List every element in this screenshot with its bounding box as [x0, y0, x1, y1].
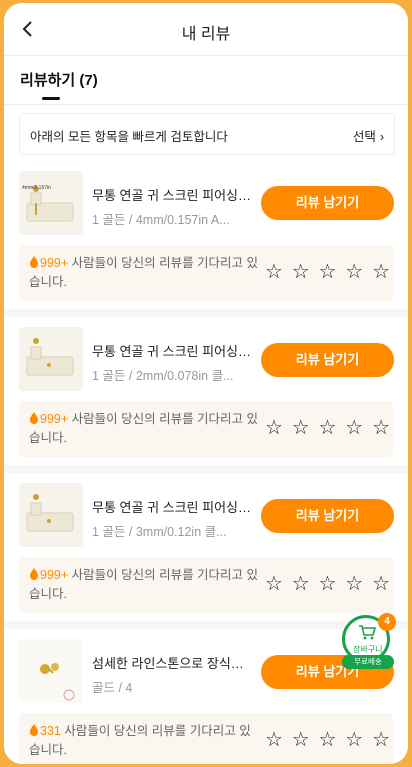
- review-prompt: 999+ 사람들이 당신의 리뷰를 기다리고 있습니다. ☆ ☆ ☆ ☆ ☆: [19, 245, 393, 301]
- free-shipping-badge: 무료배송: [342, 655, 394, 669]
- leave-review-button[interactable]: 리뷰 남기기: [261, 499, 394, 533]
- leave-review-button[interactable]: 리뷰 남기기: [261, 186, 394, 220]
- waiting-count: 331: [40, 724, 61, 738]
- floating-cart-button[interactable]: 장바구니 4 무료배송: [342, 613, 396, 671]
- product-name[interactable]: 무통 연골 귀 스크린 피어싱 키트: [92, 341, 252, 360]
- waiting-count: 999+: [40, 256, 69, 270]
- tab-bar: 리뷰하기 (7): [4, 56, 408, 105]
- star-rating[interactable]: ☆ ☆ ☆ ☆ ☆: [265, 574, 390, 594]
- divider: [4, 309, 408, 317]
- star-icon[interactable]: ☆: [292, 418, 310, 438]
- review-hint: 999+ 사람들이 당신의 리뷰를 기다리고 있습니다.: [29, 410, 259, 448]
- star-icon[interactable]: ☆: [265, 730, 283, 750]
- bulk-review-text: 아래의 모든 항목을 빠르게 검토합니다: [30, 130, 228, 144]
- product-variant: 골드 / 4: [92, 681, 133, 695]
- tab-to-review[interactable]: 리뷰하기 (7): [20, 69, 98, 90]
- flame-icon: [30, 568, 38, 580]
- product-name[interactable]: 무통 연골 귀 스크린 피어싱 키트: [92, 497, 252, 516]
- star-icon[interactable]: ☆: [319, 418, 337, 438]
- product-name[interactable]: 무통 연골 귀 스크린 피어싱 키트: [92, 185, 252, 204]
- star-icon[interactable]: ☆: [319, 730, 337, 750]
- flame-icon: [30, 256, 38, 268]
- app-frame: 내 리뷰 리뷰하기 (7) 아래의 모든 항목을 빠르게 검토합니다 선택 › 4…: [4, 3, 408, 764]
- select-label: 선택: [352, 130, 376, 144]
- star-icon[interactable]: ☆: [372, 262, 390, 282]
- review-hint: 999+ 사람들이 당신의 리뷰를 기다리고 있습니다.: [29, 566, 259, 604]
- divider: [4, 465, 408, 473]
- star-icon[interactable]: ☆: [345, 574, 363, 594]
- product-thumbnail[interactable]: [19, 327, 83, 391]
- product-thumbnail[interactable]: [19, 639, 83, 703]
- waiting-text: 사람들이 당신의 리뷰를 기다리고 있습니다.: [29, 724, 251, 757]
- star-icon[interactable]: ☆: [372, 418, 390, 438]
- star-icon[interactable]: ☆: [265, 418, 283, 438]
- product-variant: 1 골든 / 3mm/0.12in 클...: [92, 525, 227, 539]
- chevron-right-icon: ›: [379, 130, 384, 144]
- star-icon[interactable]: ☆: [292, 574, 310, 594]
- review-hint: 999+ 사람들이 당신의 리뷰를 기다리고 있습니다.: [29, 254, 259, 292]
- star-icon[interactable]: ☆: [345, 418, 363, 438]
- star-rating[interactable]: ☆ ☆ ☆ ☆ ☆: [265, 262, 390, 282]
- page-title: 내 리뷰: [181, 26, 231, 43]
- star-icon[interactable]: ☆: [265, 574, 283, 594]
- review-hint: 331 사람들이 당신의 리뷰를 기다리고 있습니다.: [29, 722, 259, 760]
- flame-icon: [30, 412, 38, 424]
- leave-review-button[interactable]: 리뷰 남기기: [261, 343, 394, 377]
- star-icon[interactable]: ☆: [319, 262, 337, 282]
- star-icon[interactable]: ☆: [372, 730, 390, 750]
- star-icon[interactable]: ☆: [345, 730, 363, 750]
- review-prompt: 999+ 사람들이 당신의 리뷰를 기다리고 있습니다. ☆ ☆ ☆ ☆ ☆: [19, 401, 393, 457]
- star-rating[interactable]: ☆ ☆ ☆ ☆ ☆: [265, 418, 390, 438]
- flame-icon: [30, 724, 38, 736]
- product-variant: 1 골든 / 2mm/0.078in 클...: [92, 369, 234, 383]
- star-icon[interactable]: ☆: [292, 262, 310, 282]
- star-icon[interactable]: ☆: [292, 730, 310, 750]
- product-name[interactable]: 섬세한 라인스톤으로 장식된 귀걸이: [92, 653, 252, 672]
- star-icon[interactable]: ☆: [265, 262, 283, 282]
- cart-label: 장바구니: [353, 645, 383, 654]
- review-prompt: 331 사람들이 당신의 리뷰를 기다리고 있습니다. ☆ ☆ ☆ ☆ ☆: [19, 713, 393, 764]
- product-thumbnail[interactable]: 4mm/0.157in: [19, 171, 83, 235]
- select-button[interactable]: 선택 ›: [353, 126, 384, 145]
- review-prompt: 999+ 사람들이 당신의 리뷰를 기다리고 있습니다. ☆ ☆ ☆ ☆ ☆: [19, 557, 393, 613]
- star-icon[interactable]: ☆: [372, 574, 390, 594]
- tab-active-indicator: [42, 97, 60, 100]
- star-icon[interactable]: ☆: [319, 574, 337, 594]
- cart-icon: [359, 625, 376, 640]
- cart-count-badge: 4: [378, 613, 396, 631]
- star-rating[interactable]: ☆ ☆ ☆ ☆ ☆: [265, 730, 390, 750]
- header: 내 리뷰: [4, 3, 408, 56]
- bulk-review-bar[interactable]: 아래의 모든 항목을 빠르게 검토합니다 선택 ›: [19, 113, 395, 155]
- product-variant: 1 골든 / 4mm/0.157in A...: [92, 213, 230, 227]
- star-icon[interactable]: ☆: [345, 262, 363, 282]
- thumbnail-size-label: 4mm/0.157in: [22, 185, 51, 191]
- waiting-count: 999+: [40, 568, 69, 582]
- waiting-count: 999+: [40, 412, 69, 426]
- product-thumbnail[interactable]: [19, 483, 83, 547]
